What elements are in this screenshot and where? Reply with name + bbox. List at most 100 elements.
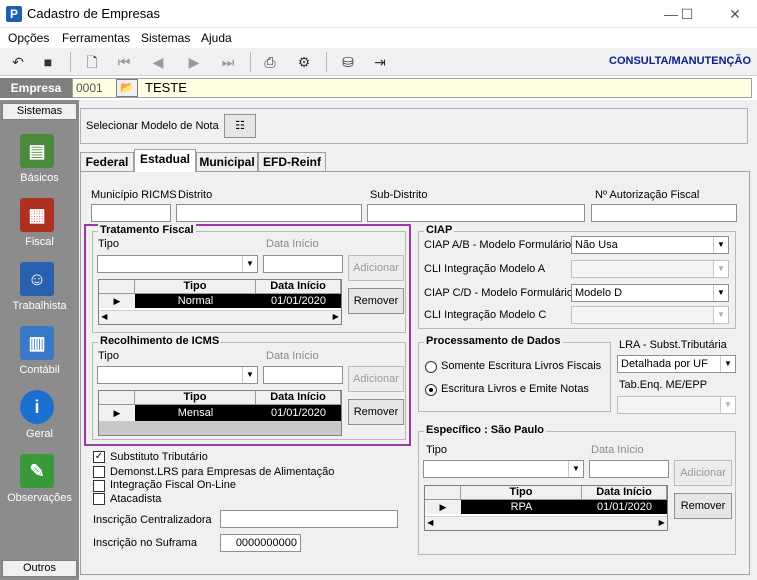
- grid-header-data: Data Início: [582, 486, 667, 500]
- substituto-checkbox[interactable]: ✓: [93, 451, 105, 463]
- tratamento-data-input[interactable]: [263, 255, 343, 273]
- toolbar-separator: [326, 52, 327, 72]
- print-settings-icon[interactable]: ⚙: [292, 51, 316, 73]
- notebook-icon[interactable]: ▤: [20, 134, 54, 168]
- empresa-name: TESTE: [145, 80, 187, 95]
- next-record-icon[interactable]: ▶: [182, 51, 206, 73]
- municipio-label: Município RICMS: [91, 189, 177, 201]
- stamp-icon[interactable]: ⛁: [336, 51, 360, 73]
- first-record-icon[interactable]: ⏮: [112, 51, 136, 73]
- especifico-tipo-label: Tipo: [426, 444, 447, 456]
- especifico-add-button[interactable]: Adicionar: [674, 460, 732, 486]
- radio-escritura-emite-label: Escritura Livros e Emite Notas: [441, 383, 589, 395]
- distrito-input[interactable]: [176, 204, 362, 222]
- tab-enq-select[interactable]: ▼: [617, 396, 736, 414]
- sidebar-item-trabalhista[interactable]: Trabalhista: [0, 300, 79, 312]
- maximize-button[interactable]: ☐: [672, 4, 702, 24]
- last-record-icon[interactable]: ⏭: [216, 51, 240, 73]
- previous-record-icon[interactable]: ◀: [146, 51, 170, 73]
- autorizacao-input[interactable]: [591, 204, 737, 222]
- especifico-title: Específico : São Paulo: [424, 424, 546, 436]
- substituto-label: Substituto Tributário: [110, 451, 208, 463]
- grid-cell-data[interactable]: 01/01/2020: [256, 405, 341, 421]
- cli-c-select[interactable]: ▼: [571, 306, 729, 324]
- sidebar-header[interactable]: Sistemas: [2, 103, 77, 120]
- grid-cell-tipo[interactable]: Mensal: [135, 405, 256, 421]
- recolhimento-data-input[interactable]: [263, 366, 343, 384]
- mode-label: CONSULTA/MANUTENÇÃO: [609, 55, 751, 67]
- sidebar-item-fiscal[interactable]: Fiscal: [0, 236, 79, 248]
- ciap-ab-select[interactable]: Não Usa ▼: [571, 236, 729, 254]
- notes-icon[interactable]: ✎: [20, 454, 54, 488]
- tab-efd-reinf[interactable]: EFD-Reinf: [258, 152, 326, 171]
- print-icon[interactable]: ⎙: [258, 51, 282, 73]
- especifico-tipo-select[interactable]: ▼: [423, 460, 584, 478]
- tab-estadual[interactable]: Estadual: [134, 149, 196, 172]
- municipio-input[interactable]: [91, 204, 171, 222]
- radio-escritura-emite[interactable]: [425, 384, 437, 396]
- grid-cell-tipo[interactable]: Normal: [135, 294, 256, 308]
- grid-cell-data[interactable]: 01/01/2020: [582, 500, 667, 514]
- open-folder-icon[interactable]: 📂: [116, 79, 138, 97]
- sidebar-footer[interactable]: Outros: [2, 560, 77, 577]
- menu-ajuda[interactable]: Ajuda: [201, 31, 232, 45]
- select-model-button[interactable]: ☷: [224, 114, 256, 138]
- close-button[interactable]: ✕: [720, 4, 750, 24]
- centralizadora-label: Inscrição Centralizadora: [93, 514, 212, 526]
- cli-a-select[interactable]: ▼: [571, 260, 729, 278]
- grid-corner: [99, 391, 135, 405]
- tab-federal[interactable]: Federal: [80, 152, 134, 171]
- ledger-icon[interactable]: ▦: [20, 198, 54, 232]
- especifico-remove-button[interactable]: Remover: [674, 493, 732, 519]
- exit-icon[interactable]: ⇥: [368, 51, 392, 73]
- chevron-down-icon: ▼: [242, 367, 257, 383]
- recolhimento-tipo-select[interactable]: ▼: [97, 366, 258, 384]
- empresa-label: Empresa: [0, 78, 72, 98]
- ciap-cd-select[interactable]: Modelo D ▼: [571, 284, 729, 302]
- tab-municipal[interactable]: Municipal: [196, 152, 258, 171]
- lra-select[interactable]: Detalhada por UF ▼: [617, 355, 736, 373]
- save-icon[interactable]: ■: [36, 51, 60, 73]
- menu-ferramentas[interactable]: Ferramentas: [62, 31, 130, 45]
- integracao-checkbox[interactable]: [93, 480, 105, 492]
- preview-icon[interactable]: 🗋: [80, 51, 104, 73]
- sidebar-item-observacoes[interactable]: Observações: [0, 492, 79, 504]
- grid-cell-tipo[interactable]: RPA: [461, 500, 582, 514]
- row-pointer-icon[interactable]: ▶: [99, 405, 135, 421]
- worker-icon[interactable]: ☺: [20, 262, 54, 296]
- menu-sistemas[interactable]: Sistemas: [141, 31, 190, 45]
- subdistrito-input[interactable]: [367, 204, 585, 222]
- suframa-input[interactable]: 0000000000: [220, 534, 301, 552]
- radio-somente-escritura[interactable]: [425, 361, 437, 373]
- tratamento-remove-button[interactable]: Remover: [348, 288, 404, 314]
- row-pointer-icon[interactable]: ▶: [99, 294, 135, 308]
- sidebar-item-contabil[interactable]: Contábil: [0, 364, 79, 376]
- especifico-data-input[interactable]: [589, 460, 669, 478]
- processamento-group: [418, 342, 611, 412]
- tratamento-add-button[interactable]: Adicionar: [348, 255, 404, 281]
- ciap-cd-label: CIAP C/D - Modelo Formulário: [424, 287, 573, 299]
- demonst-checkbox[interactable]: [93, 466, 105, 478]
- grid-corner: [425, 486, 461, 500]
- horizontal-scrollbar[interactable]: ◀ ▶: [99, 310, 341, 324]
- empresa-code: 0001: [76, 81, 103, 95]
- cli-c-label: CLI Integração Modelo C: [424, 309, 547, 321]
- chevron-down-icon: ▼: [713, 307, 728, 323]
- atacadista-checkbox[interactable]: [93, 493, 105, 505]
- recolhimento-add-button[interactable]: Adicionar: [348, 366, 404, 392]
- undo-icon[interactable]: ↶: [6, 51, 30, 73]
- tratamento-tipo-select[interactable]: ▼: [97, 255, 258, 273]
- toolbar-separator: [250, 52, 251, 72]
- row-pointer-icon[interactable]: ▶: [425, 500, 461, 514]
- chevron-down-icon: ▼: [568, 461, 583, 477]
- recolhimento-remove-button[interactable]: Remover: [348, 399, 404, 425]
- menu-opcoes[interactable]: Opções: [8, 31, 49, 45]
- grid-header-data: Data Início: [256, 280, 341, 294]
- info-icon[interactable]: i: [20, 390, 54, 424]
- sidebar-item-basicos[interactable]: Básicos: [0, 172, 79, 184]
- horizontal-scrollbar[interactable]: ◀ ▶: [425, 516, 667, 530]
- sidebar-item-geral[interactable]: Geral: [0, 428, 79, 440]
- grid-cell-data[interactable]: 01/01/2020: [256, 294, 341, 308]
- calculator-icon[interactable]: ▥: [20, 326, 54, 360]
- centralizadora-input[interactable]: [220, 510, 398, 528]
